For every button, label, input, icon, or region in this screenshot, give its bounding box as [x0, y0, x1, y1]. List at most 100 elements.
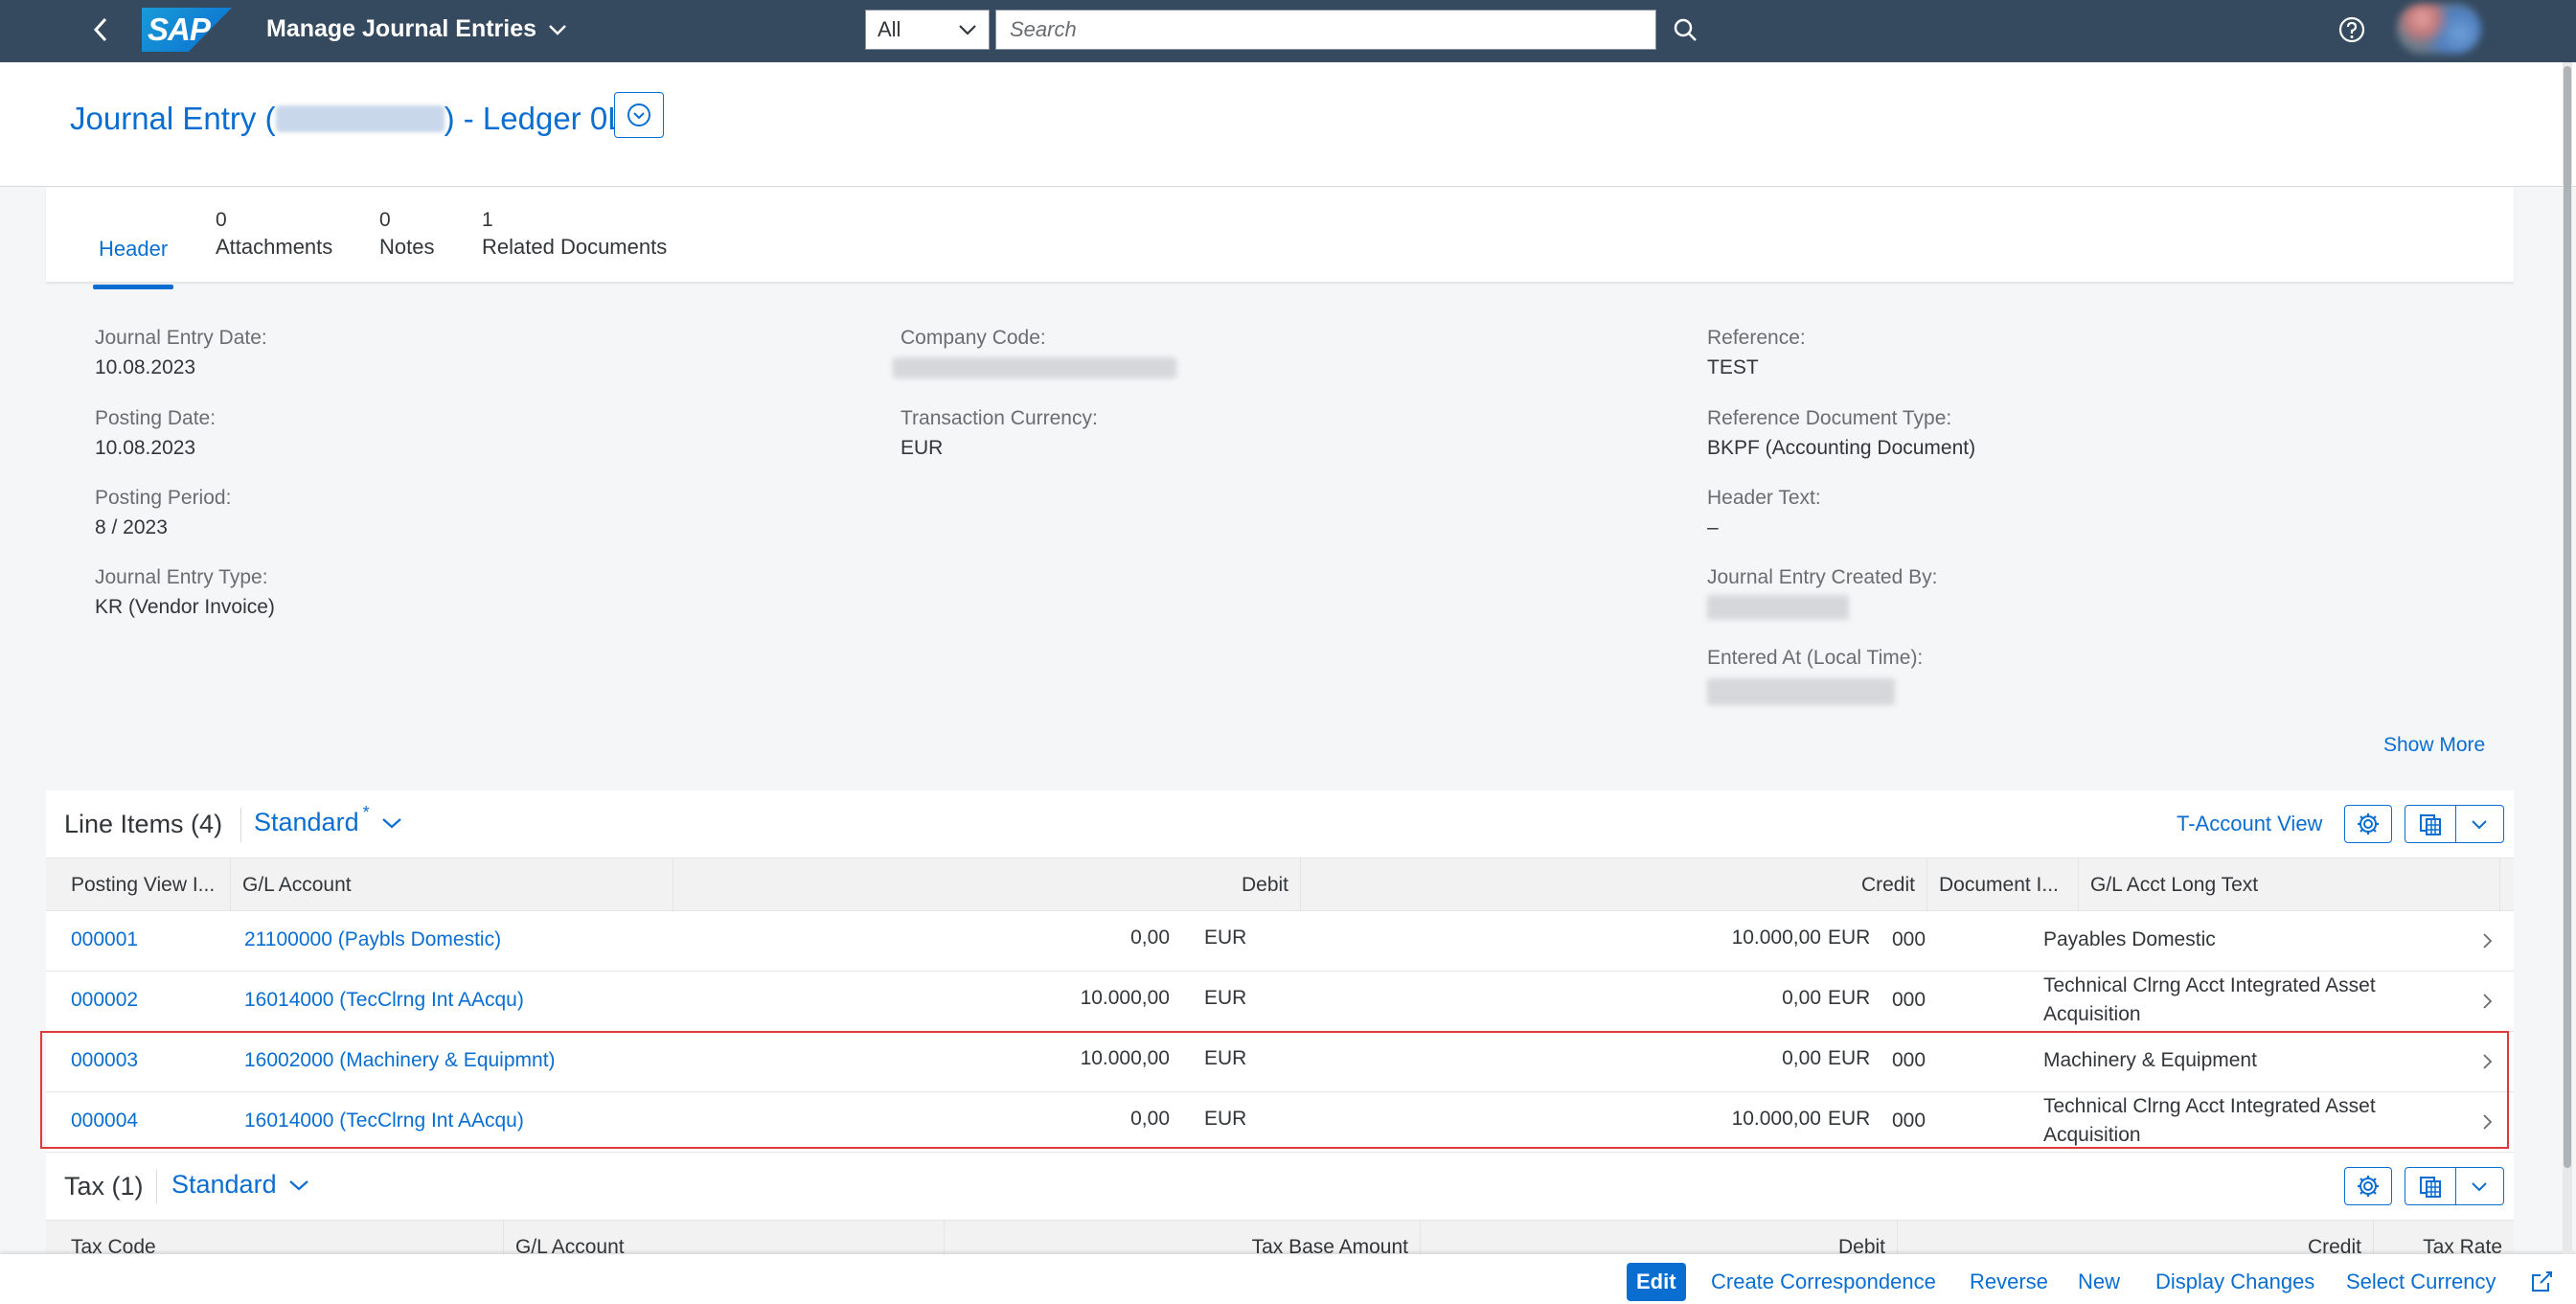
- col-credit[interactable]: Credit: [1301, 858, 1927, 912]
- col-debit[interactable]: Debit: [673, 858, 1301, 912]
- item-link[interactable]: 000004: [71, 1110, 138, 1132]
- chevron-down-icon: [959, 25, 976, 35]
- credit-amount: 0,00: [1782, 987, 1821, 1009]
- tab-label: Attachments: [216, 235, 333, 259]
- field-value: TEST: [1707, 356, 1759, 378]
- export-button[interactable]: [2405, 812, 2455, 836]
- chevron-right-icon[interactable]: [2477, 1052, 2496, 1071]
- search-scope-select[interactable]: All: [865, 10, 990, 50]
- export-spreadsheet-icon: [2419, 1177, 2441, 1198]
- field-value: 10.08.2023: [95, 437, 196, 459]
- table-row[interactable]: 000001 21100000 (Paybls Domestic) 0,00 E…: [46, 911, 2514, 972]
- chevron-right-icon[interactable]: [2477, 931, 2496, 950]
- credit-currency: EUR: [1828, 927, 1871, 949]
- gl-account-link[interactable]: 16002000 (Machinery & Equipmnt): [244, 1049, 556, 1072]
- tab-count: 0: [216, 209, 227, 231]
- debit-amount: 0,00: [1130, 927, 1170, 949]
- debit-currency: EUR: [1204, 1108, 1247, 1130]
- field-label: Company Code:: [900, 327, 1046, 349]
- back-button[interactable]: [84, 13, 117, 46]
- export-button[interactable]: [2405, 1174, 2455, 1199]
- item-link[interactable]: 000003: [71, 1049, 138, 1072]
- tab-header[interactable]: Header: [92, 236, 174, 289]
- app-title-menu[interactable]: Manage Journal Entries: [266, 15, 567, 43]
- show-more-link[interactable]: Show More: [2383, 734, 2485, 757]
- search-icon: [1674, 18, 1697, 41]
- item-link[interactable]: 000002: [71, 989, 138, 1012]
- field-reference-document-type: Reference Document Type: BKPF (Accountin…: [1707, 404, 1975, 464]
- divider: [156, 1170, 157, 1204]
- long-text: Payables Domestic: [2043, 928, 2216, 950]
- export-menu-button[interactable]: [2405, 1167, 2504, 1205]
- export-menu-button[interactable]: [2405, 805, 2504, 843]
- variant-label: Standard: [171, 1170, 277, 1199]
- share-button[interactable]: [2525, 1266, 2558, 1298]
- field-label: Reference Document Type:: [1707, 407, 1952, 429]
- footer-toolbar: Edit Create Correspondence Reverse New D…: [0, 1254, 2576, 1304]
- credit-currency: EUR: [1828, 1047, 1871, 1069]
- gl-account-link[interactable]: 16014000 (TecClrng Int AAcqu): [244, 989, 524, 1012]
- table-row[interactable]: 000002 16014000 (TecClrng Int AAcqu) 10.…: [46, 972, 2514, 1032]
- field-label: Posting Period:: [95, 487, 232, 509]
- tab-attachments[interactable]: 0 Attachments: [216, 207, 332, 261]
- tab-related-documents[interactable]: 1 Related Documents: [482, 207, 667, 261]
- credit-amount: 0,00: [1782, 1047, 1821, 1069]
- sap-logo[interactable]: SAP: [142, 8, 232, 52]
- title-variant-button[interactable]: [614, 92, 664, 138]
- user-avatar[interactable]: [2397, 4, 2481, 54]
- export-dropdown[interactable]: [2455, 1180, 2503, 1192]
- table-row[interactable]: 000003 16002000 (Machinery & Equipmnt) 1…: [46, 1032, 2514, 1092]
- chevron-down-icon: [549, 24, 566, 35]
- object-header: Journal Entry ( ) - Ledger 0L: [0, 62, 2576, 187]
- long-text: Technical Clrng Acct Integrated Asset Ac…: [2043, 1095, 2376, 1146]
- create-correspondence-button[interactable]: Create Correspondence: [1701, 1263, 1946, 1301]
- field-posting-date: Posting Date: 10.08.2023: [95, 404, 216, 464]
- search-input[interactable]: Search: [995, 10, 1656, 50]
- reverse-button[interactable]: Reverse: [1960, 1263, 2058, 1301]
- field-label: Header Text:: [1707, 487, 1821, 509]
- scrollbar-thumb[interactable]: [2564, 66, 2571, 1168]
- table-row[interactable]: 000004 16014000 (TecClrng Int AAcqu) 0,0…: [46, 1092, 2514, 1153]
- col-posting-view-item[interactable]: Posting View I...: [46, 858, 231, 912]
- edit-button[interactable]: Edit: [1627, 1263, 1686, 1301]
- field-label: Reference:: [1707, 327, 1806, 349]
- page-scrollbar[interactable]: [2563, 62, 2572, 1254]
- field-reference: Reference: TEST: [1707, 324, 1806, 383]
- display-changes-button[interactable]: Display Changes: [2146, 1263, 2324, 1301]
- gl-account-link[interactable]: 16014000 (TecClrng Int AAcqu): [244, 1110, 524, 1132]
- col-document-item[interactable]: Document I...: [1927, 858, 2079, 912]
- field-journal-entry-type: Journal Entry Type: KR (Vendor Invoice): [95, 563, 275, 623]
- field-company-code: Company Code:: [893, 324, 1176, 383]
- credit-amount: 10.000,00: [1731, 927, 1821, 949]
- gl-account-link[interactable]: 21100000 (Paybls Domestic): [244, 928, 501, 951]
- table-settings-button[interactable]: [2344, 805, 2392, 843]
- item-link[interactable]: 000001: [71, 928, 138, 951]
- field-posting-period: Posting Period: 8 / 2023: [95, 484, 231, 543]
- title-suffix: ) - Ledger 0L: [444, 101, 626, 136]
- chevron-right-icon[interactable]: [2477, 1112, 2496, 1132]
- line-items-title: Line Items (4): [64, 810, 223, 838]
- gear-icon: [2358, 813, 2379, 835]
- document-item: 000: [1892, 928, 1926, 950]
- line-items-section: Line Items (4) Standard * T-Account View…: [46, 790, 2514, 1153]
- field-label: Journal Entry Created By:: [1707, 566, 1938, 588]
- title-prefix: Journal Entry (: [70, 101, 276, 136]
- chevron-right-icon[interactable]: [2477, 992, 2496, 1011]
- tab-notes[interactable]: 0 Notes: [379, 207, 434, 261]
- export-dropdown[interactable]: [2455, 818, 2503, 830]
- field-label: Journal Entry Date:: [95, 327, 267, 349]
- select-currency-button[interactable]: Select Currency: [2337, 1263, 2506, 1301]
- variant-selector[interactable]: Standard *: [254, 803, 402, 837]
- search-button[interactable]: [1669, 13, 1701, 46]
- variant-selector[interactable]: Standard: [171, 1170, 309, 1200]
- help-button[interactable]: [2336, 13, 2368, 46]
- field-label: Transaction Currency:: [900, 407, 1098, 429]
- debit-amount: 10.000,00: [1080, 987, 1170, 1009]
- field-value: EUR: [900, 437, 944, 459]
- t-account-view-button[interactable]: T-Account View: [2177, 812, 2322, 836]
- table-settings-button[interactable]: [2344, 1167, 2392, 1205]
- search-scope-value: All: [878, 17, 901, 41]
- new-button[interactable]: New: [2068, 1263, 2130, 1301]
- col-gl-long-text[interactable]: G/L Acct Long Text: [2079, 858, 2500, 912]
- col-gl-account[interactable]: G/L Account: [231, 858, 673, 912]
